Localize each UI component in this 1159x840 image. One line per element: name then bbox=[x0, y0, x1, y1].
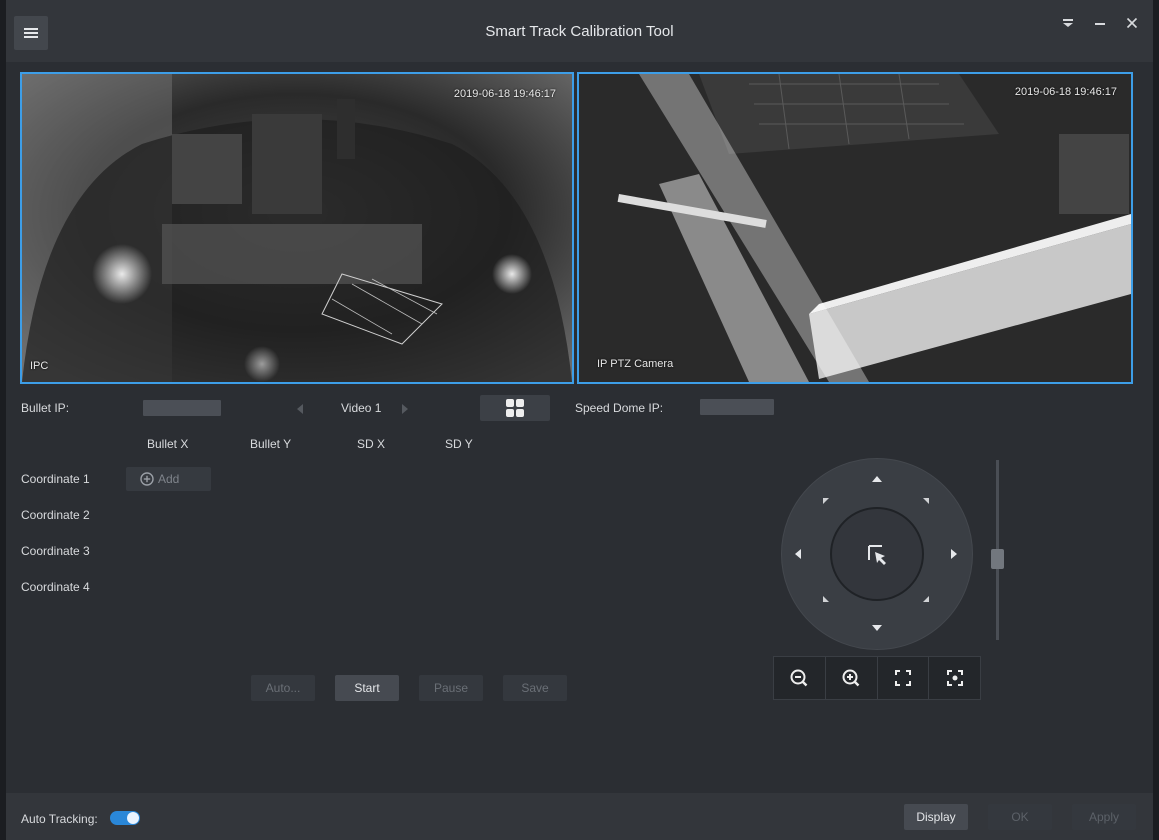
save-button[interactable]: Save bbox=[503, 675, 567, 701]
chevron-left-icon bbox=[297, 404, 303, 414]
video-label: IPC bbox=[30, 360, 49, 372]
pan-right-arrow-icon[interactable] bbox=[951, 549, 957, 559]
ptz-speed-slider-thumb[interactable] bbox=[991, 549, 1004, 569]
ptz-camera-feed bbox=[579, 74, 1131, 382]
bullet-ip-label: Bullet IP: bbox=[21, 401, 70, 415]
dropdown-button[interactable] bbox=[1057, 12, 1079, 34]
close-button[interactable] bbox=[1121, 12, 1143, 34]
close-icon bbox=[1126, 17, 1138, 29]
col-header-sd-y: SD Y bbox=[445, 437, 473, 451]
auto-button[interactable]: Auto... bbox=[251, 675, 315, 701]
zoom-out-button[interactable] bbox=[774, 657, 826, 699]
footer-bar bbox=[6, 793, 1153, 840]
bullet-ip-value[interactable] bbox=[143, 400, 221, 416]
pan-up-arrow-icon[interactable] bbox=[872, 476, 882, 482]
focus-far-icon bbox=[894, 670, 911, 686]
apply-button[interactable]: Apply bbox=[1072, 804, 1136, 830]
coordinate-row-4: Coordinate 4 bbox=[21, 580, 90, 594]
add-label: Add bbox=[158, 472, 180, 486]
ptz-center-button[interactable] bbox=[830, 507, 924, 601]
locate-cursor-icon bbox=[868, 545, 886, 565]
ptz-video-pane[interactable]: 2019-06-18 19:46:17 IP PTZ Camera bbox=[577, 72, 1133, 384]
app-window: Smart Track Calibration Tool 2019-06-18 … bbox=[6, 0, 1153, 840]
next-video-button[interactable] bbox=[398, 401, 412, 417]
col-header-sd-x: SD X bbox=[357, 437, 386, 451]
coordinate-row-1: Coordinate 1 bbox=[21, 472, 90, 486]
chevron-right-icon bbox=[402, 404, 408, 414]
dropdown-icon bbox=[1063, 19, 1073, 27]
focus-near-button[interactable] bbox=[929, 657, 980, 699]
zoom-focus-toolbar bbox=[773, 656, 981, 700]
pan-up-right-arrow-icon[interactable] bbox=[923, 498, 929, 504]
title-bar: Smart Track Calibration Tool bbox=[6, 0, 1153, 62]
coordinate-row-2: Coordinate 2 bbox=[21, 508, 90, 522]
video-label: IP PTZ Camera bbox=[597, 358, 674, 370]
toggle-knob bbox=[127, 812, 139, 824]
fisheye-camera-feed bbox=[22, 74, 572, 382]
col-header-bullet-x: Bullet X bbox=[147, 437, 189, 451]
window-title: Smart Track Calibration Tool bbox=[485, 23, 674, 40]
ok-button[interactable]: OK bbox=[988, 804, 1052, 830]
pause-button[interactable]: Pause bbox=[419, 675, 483, 701]
pan-left-arrow-icon[interactable] bbox=[795, 549, 801, 559]
col-header-bullet-y: Bullet Y bbox=[250, 437, 292, 451]
minimize-icon bbox=[1095, 23, 1105, 25]
focus-far-button[interactable] bbox=[878, 657, 930, 699]
auto-tracking-label: Auto Tracking: bbox=[21, 812, 98, 826]
bullet-video-pane[interactable]: 2019-06-18 19:46:17 IPC bbox=[20, 72, 574, 384]
video-timestamp: 2019-06-18 19:46:17 bbox=[453, 88, 556, 100]
minimize-button[interactable] bbox=[1089, 12, 1111, 34]
pan-up-left-arrow-icon[interactable] bbox=[823, 498, 829, 504]
focus-near-icon bbox=[946, 670, 963, 686]
prev-video-button[interactable] bbox=[293, 401, 307, 417]
video-timestamp: 2019-06-18 19:46:17 bbox=[1014, 86, 1117, 98]
layout-grid-button[interactable] bbox=[480, 395, 550, 421]
add-coordinate-button[interactable]: Add bbox=[126, 467, 211, 491]
speed-dome-ip-label: Speed Dome IP: bbox=[575, 401, 664, 415]
coordinate-row-3: Coordinate 3 bbox=[21, 544, 90, 558]
zoom-out-icon bbox=[790, 669, 808, 687]
video-selector-label: Video 1 bbox=[341, 401, 382, 415]
grid-icon bbox=[506, 399, 524, 417]
start-button[interactable]: Start bbox=[335, 675, 399, 701]
zoom-in-icon bbox=[842, 669, 860, 687]
display-button[interactable]: Display bbox=[904, 804, 968, 830]
pan-down-arrow-icon[interactable] bbox=[872, 625, 882, 631]
pan-down-left-arrow-icon[interactable] bbox=[823, 596, 829, 602]
speed-dome-ip-value[interactable] bbox=[700, 399, 774, 415]
add-circle-icon bbox=[140, 472, 154, 486]
zoom-in-button[interactable] bbox=[826, 657, 878, 699]
auto-tracking-toggle[interactable] bbox=[110, 811, 140, 825]
